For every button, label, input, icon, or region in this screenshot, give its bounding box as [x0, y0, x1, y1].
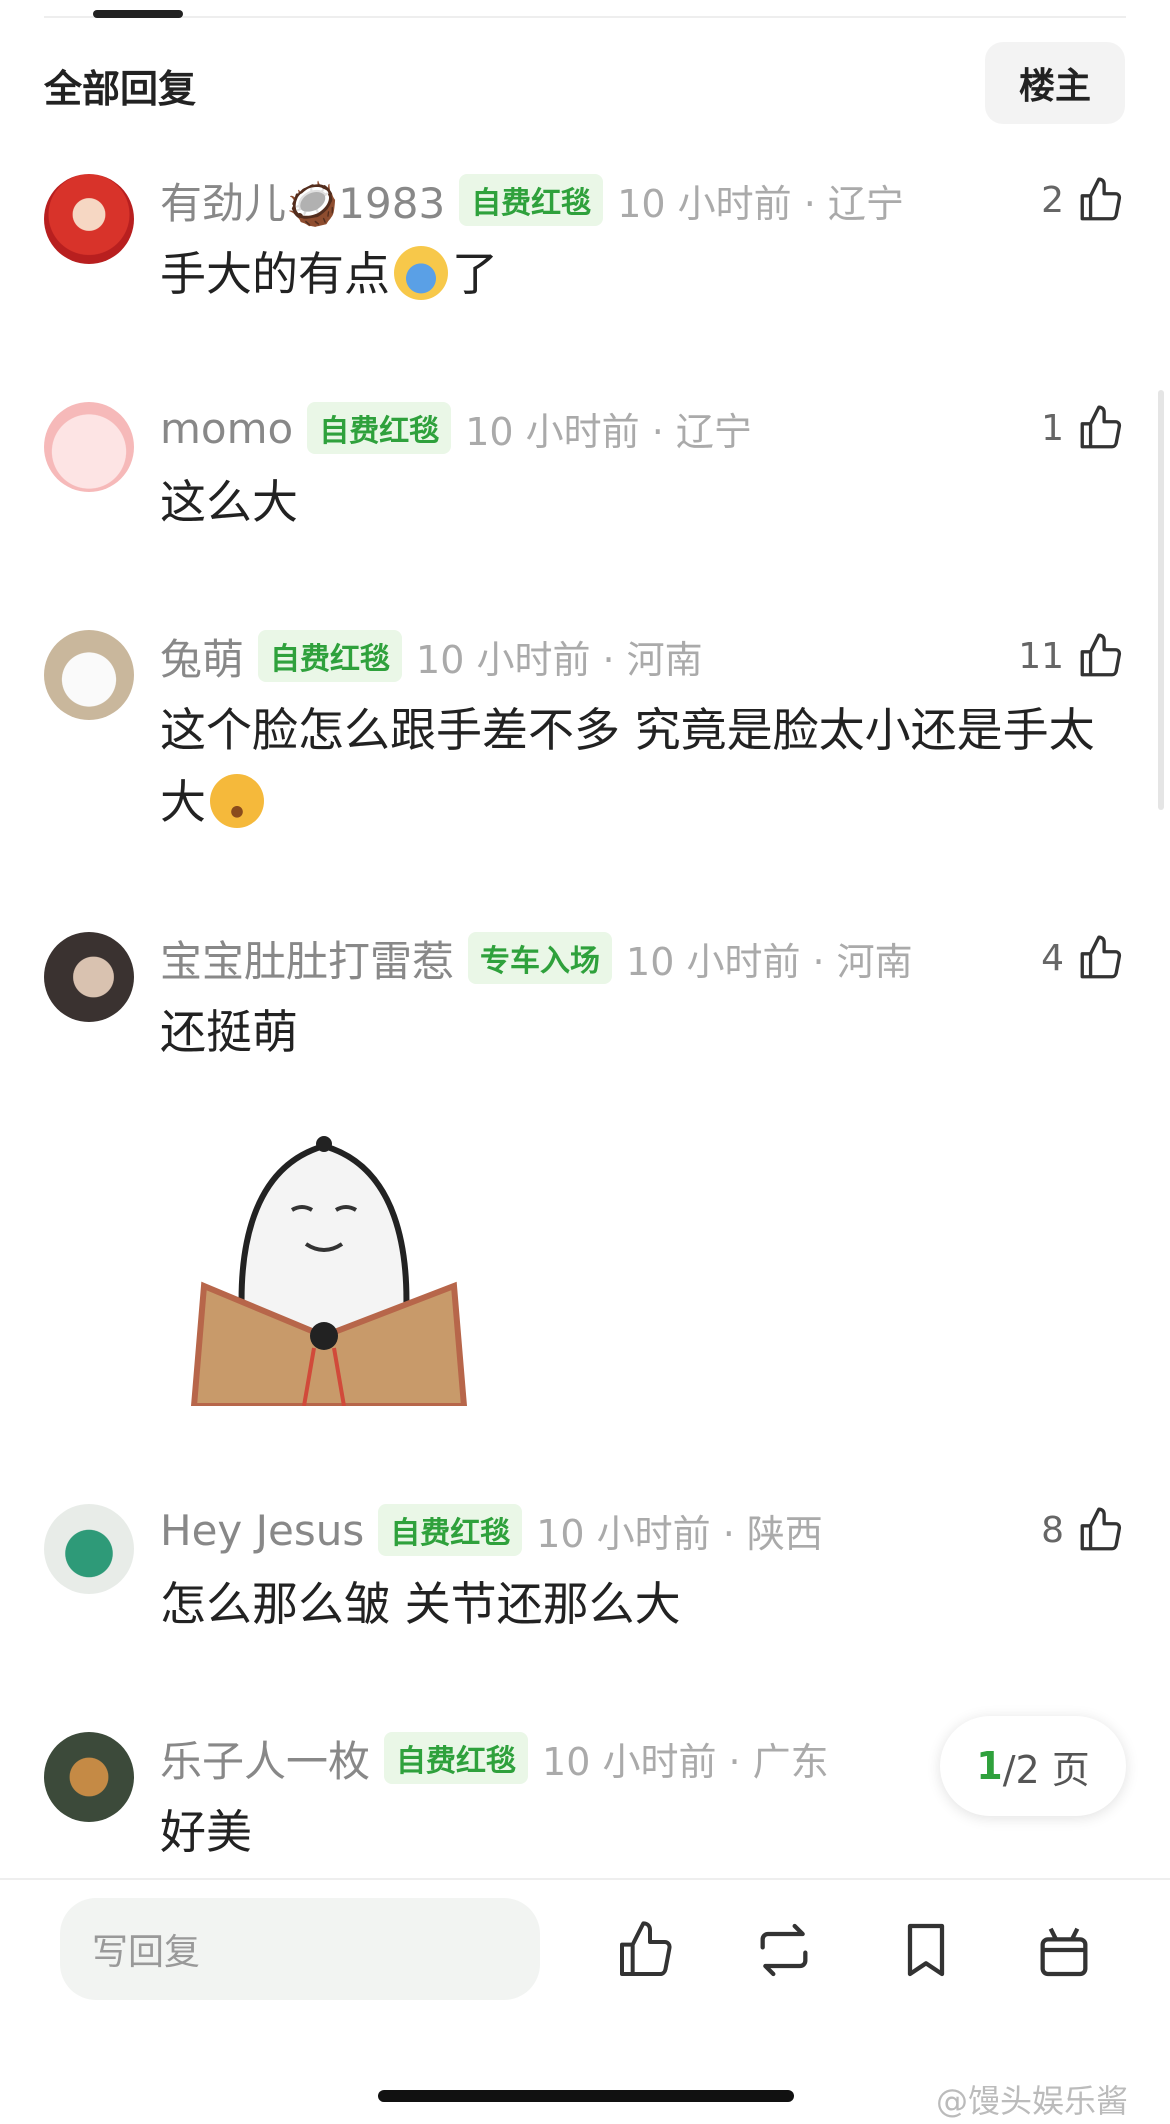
- sticker-image[interactable]: [164, 1086, 484, 1406]
- avatar[interactable]: [44, 630, 134, 720]
- user-badge: 自费红毯: [384, 1732, 529, 1784]
- user-badge: 自费红毯: [459, 174, 604, 226]
- comment-text: 这个脸怎么跟手差不多 究竟是脸太小还是手太大: [160, 703, 1095, 829]
- current-page: 1: [976, 1744, 1003, 1788]
- repost-icon[interactable]: [752, 1918, 816, 1982]
- like-control[interactable]: 1: [1041, 398, 1126, 458]
- comment-text-row: 手大的有点 了: [160, 238, 1120, 310]
- comment-meta: 乐子人一枚 自费红毯 10 小时前 · 广东: [160, 1728, 829, 1788]
- user-badge: 专车入场: [468, 932, 613, 984]
- like-count: 11: [1018, 635, 1064, 677]
- avatar[interactable]: [44, 932, 134, 1022]
- avatar[interactable]: [44, 1504, 134, 1594]
- all-replies-title: 全部回复: [44, 67, 197, 111]
- scream-emoji-icon: [394, 246, 448, 300]
- user-badge: 自费红毯: [258, 630, 403, 682]
- avatar[interactable]: [44, 174, 134, 264]
- comment-text-tail: 了: [452, 247, 498, 301]
- like-count: 8: [1041, 1509, 1064, 1551]
- thumb-up-icon[interactable]: [1076, 631, 1126, 681]
- thumb-up-icon[interactable]: [1076, 175, 1126, 225]
- bookmark-icon[interactable]: [894, 1918, 958, 1982]
- comment-text-row: 这个脸怎么跟手差不多 究竟是脸太小还是手太大: [160, 694, 1120, 838]
- comment-meta: Hey Jesus 自费红毯 10 小时前 · 陕西: [160, 1500, 823, 1560]
- avatar[interactable]: [44, 402, 134, 492]
- username[interactable]: 兔萌: [160, 626, 244, 687]
- op-only-button[interactable]: 楼主: [985, 42, 1125, 124]
- page-total: /2 页: [1002, 1747, 1090, 1792]
- gift-icon[interactable]: [1032, 1918, 1096, 1982]
- user-badge: 自费红毯: [378, 1504, 523, 1556]
- user-badge: 自费红毯: [307, 402, 452, 454]
- timestamp-location: 10 小时前 · 广东: [542, 1739, 829, 1784]
- like-control[interactable]: 4: [1041, 928, 1126, 988]
- like-control[interactable]: 11: [1018, 626, 1126, 686]
- top-divider: [44, 16, 1126, 18]
- username[interactable]: 有劲儿🥥1983: [160, 170, 445, 231]
- worried-emoji-icon: [210, 774, 264, 828]
- thumb-up-icon[interactable]: [1076, 1505, 1126, 1555]
- like-control[interactable]: 8: [1041, 1500, 1126, 1560]
- timestamp-location: 10 小时前 · 陕西: [536, 1511, 823, 1556]
- timestamp-location: 10 小时前 · 河南: [626, 939, 913, 984]
- pagination-button[interactable]: 1/2 页: [940, 1716, 1126, 1816]
- thumb-up-icon[interactable]: [1076, 403, 1126, 453]
- toolbar-divider: [0, 1878, 1170, 1880]
- thumb-up-icon[interactable]: [1076, 933, 1126, 983]
- like-count: 2: [1041, 179, 1064, 221]
- avatar[interactable]: [44, 1732, 134, 1822]
- watermark: @馒头娱乐酱: [936, 2082, 1129, 2120]
- username[interactable]: Hey Jesus: [160, 1506, 364, 1555]
- timestamp-location: 10 小时前 · 河南: [416, 637, 703, 682]
- comment-text: 还挺萌: [160, 1005, 298, 1059]
- like-control[interactable]: 2: [1041, 170, 1126, 230]
- timestamp-location: 10 小时前 · 辽宁: [617, 181, 904, 226]
- username[interactable]: 宝宝肚肚打雷惹: [160, 928, 454, 989]
- tab-indicator: [93, 10, 183, 18]
- reply-input[interactable]: 写回复: [60, 1898, 540, 2000]
- comment-meta: momo 自费红毯 10 小时前 · 辽宁: [160, 398, 752, 458]
- comment-meta: 兔萌 自费红毯 10 小时前 · 河南: [160, 626, 703, 686]
- like-icon[interactable]: [614, 1918, 678, 1982]
- home-indicator: [378, 2090, 794, 2102]
- username[interactable]: 乐子人一枚: [160, 1728, 370, 1789]
- comment-meta: 有劲儿🥥1983 自费红毯 10 小时前 · 辽宁: [160, 170, 904, 230]
- comment-text: 手大的有点: [160, 247, 390, 301]
- username[interactable]: momo: [160, 404, 293, 453]
- like-count: 4: [1041, 937, 1064, 979]
- like-count: 1: [1041, 407, 1064, 449]
- comment-text: 这么大: [160, 475, 298, 529]
- comment-meta: 宝宝肚肚打雷惹 专车入场 10 小时前 · 河南: [160, 928, 913, 988]
- comment-text: 怎么那么皱 关节还那么大: [160, 1577, 681, 1631]
- timestamp-location: 10 小时前 · 辽宁: [465, 409, 752, 454]
- scrollbar[interactable]: [1158, 390, 1164, 810]
